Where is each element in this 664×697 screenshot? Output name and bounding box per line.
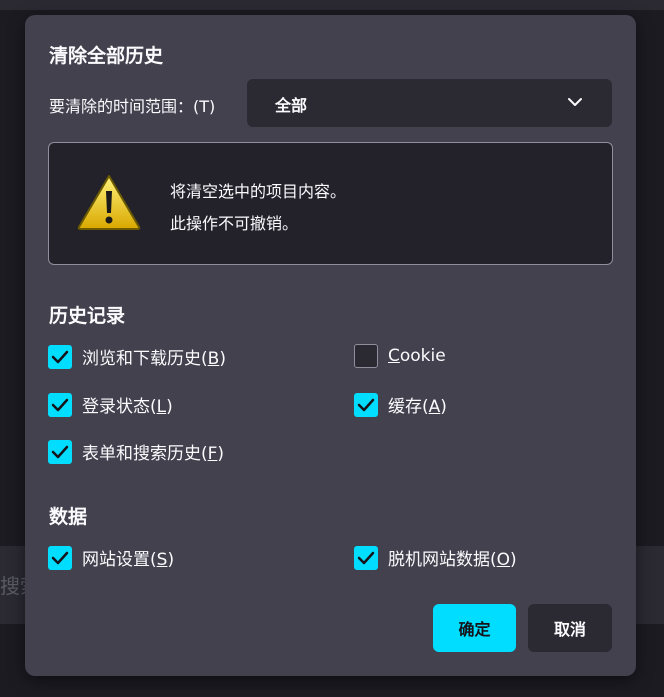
checkbox-label: 登录状态(L)	[82, 397, 173, 417]
checkbox-label: Cookie	[388, 346, 446, 366]
checkbox-label: 浏览和下载历史(B)	[82, 349, 226, 369]
warning-text-line2: 此操作不可撤销。	[170, 214, 299, 233]
checkbox-label: 网站设置(S)	[82, 550, 175, 570]
checkbox-cache[interactable]: 缓存(A)	[354, 392, 447, 417]
cancel-button[interactable]: 取消	[528, 604, 612, 652]
checkbox-box[interactable]	[48, 344, 72, 369]
checkbox-box[interactable]	[354, 392, 378, 417]
checkbox-login-status[interactable]: 登录状态(L)	[48, 392, 173, 417]
data-section-heading: 数据	[49, 506, 88, 528]
clear-history-dialog: 清除全部历史 要清除的时间范围：(T) 全部 将清空选中的项目内容。 此操作不可…	[25, 15, 636, 676]
chevron-down-icon	[568, 98, 582, 106]
checkbox-box[interactable]	[48, 545, 72, 570]
history-section-heading: 历史记录	[49, 305, 126, 327]
checkbox-label: 缓存(A)	[388, 397, 447, 417]
time-range-label: 要清除的时间范围：(T)	[49, 97, 216, 116]
checkmark-icon	[51, 551, 69, 564]
checkbox-box[interactable]	[48, 392, 72, 417]
checkbox-box[interactable]	[354, 344, 378, 368]
warning-icon	[77, 175, 141, 230]
time-range-value: 全部	[275, 96, 308, 115]
checkbox-box[interactable]	[354, 545, 378, 570]
checkmark-icon	[51, 445, 69, 458]
checkbox-browsing-download-history[interactable]: 浏览和下载历史(B)	[48, 344, 226, 369]
checkbox-offline-website-data[interactable]: 脱机网站数据(O)	[354, 545, 517, 570]
background-toolbar	[0, 0, 664, 10]
checkbox-box[interactable]	[48, 439, 72, 464]
warning-text-line1: 将清空选中的项目内容。	[170, 182, 347, 201]
checkbox-label: 脱机网站数据(O)	[388, 550, 517, 570]
checkbox-site-settings[interactable]: 网站设置(S)	[48, 545, 174, 570]
checkmark-icon	[357, 398, 375, 411]
checkbox-form-search-history[interactable]: 表单和搜索历史(F)	[48, 439, 224, 464]
checkmark-icon	[51, 398, 69, 411]
warning-box: 将清空选中的项目内容。 此操作不可撤销。	[48, 142, 613, 265]
checkbox-label: 表单和搜索历史(F)	[82, 444, 225, 464]
checkmark-icon	[51, 350, 69, 363]
checkbox-cookie[interactable]: Cookie	[354, 344, 446, 368]
ok-button[interactable]: 确定	[433, 604, 516, 652]
checkmark-icon	[357, 551, 375, 564]
time-range-select[interactable]: 全部	[247, 79, 612, 127]
dialog-title: 清除全部历史	[49, 45, 164, 67]
